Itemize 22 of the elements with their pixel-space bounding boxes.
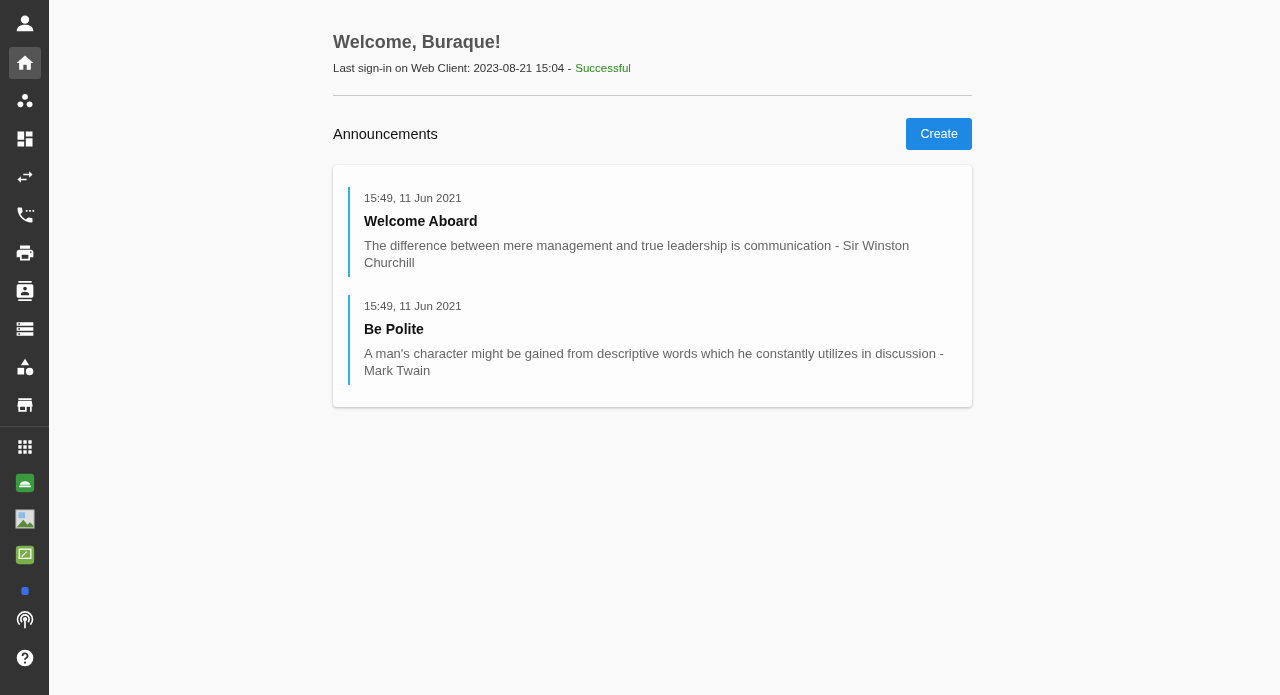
sidebar-item[interactable] — [8, 47, 41, 79]
welcome-heading: Welcome, Buraque! — [333, 32, 502, 53]
sign-in-status: Successful — [575, 62, 631, 74]
home-icon — [14, 53, 35, 73]
app-tile-icon — [14, 472, 35, 493]
user-icon — [14, 13, 35, 33]
announcement-title: Be Polite — [364, 321, 425, 337]
last-sign-in-text: Last sign-in on Web Client: 2023-08-21 15:04 - — [333, 62, 572, 74]
announcement-text: A man's character might be gained from descriptive words which he constantly utilizes in discussion - Mark Twain — [364, 345, 945, 379]
announcement-time: 15:49, 11 Jun 2021 — [364, 300, 463, 312]
picture-tile-icon — [14, 544, 35, 565]
announcement-time: 15:49, 11 Jun 2021 — [364, 192, 463, 204]
printer-icon — [14, 243, 35, 263]
create-button[interactable]: Create — [906, 118, 972, 150]
contact-card-icon — [14, 281, 35, 301]
announcement-title: Welcome Aboard — [364, 213, 479, 229]
list-icon — [14, 319, 35, 339]
image-icon — [14, 508, 35, 529]
announcement-text: The difference between mere management and true leadership is communication - Sir Winston Churchill — [364, 237, 911, 271]
help-icon — [14, 648, 35, 668]
announcements-heading: Announcements — [333, 126, 438, 142]
broadcast-icon — [14, 610, 35, 630]
